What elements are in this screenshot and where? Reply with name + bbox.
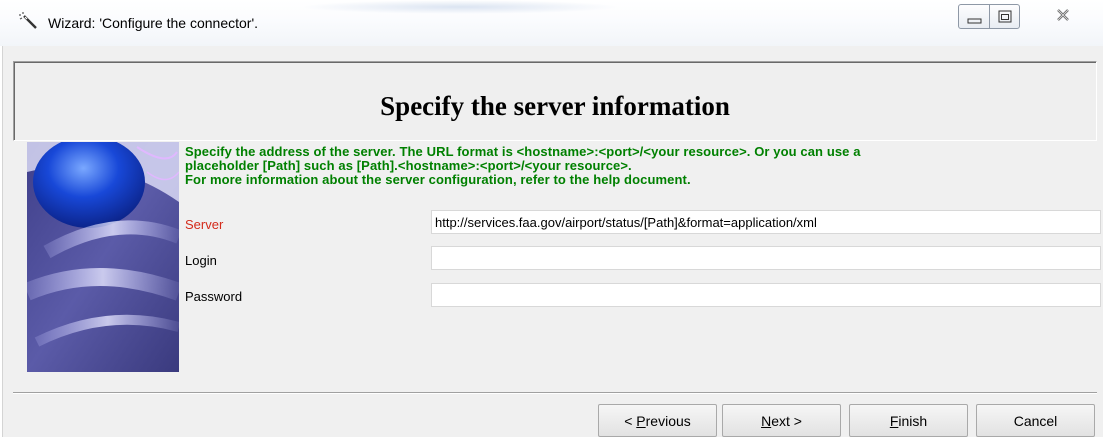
login-label: Login bbox=[185, 253, 217, 268]
window-title: Wizard: 'Configure the connector'. bbox=[48, 15, 258, 31]
login-input[interactable] bbox=[431, 246, 1101, 270]
title-bar[interactable]: Wizard: 'Configure the connector'. bbox=[0, 0, 1103, 46]
page-title: Specify the server information bbox=[380, 91, 730, 121]
password-label: Password bbox=[185, 289, 243, 304]
next-button-accel: N bbox=[761, 412, 772, 429]
close-button[interactable] bbox=[1028, 4, 1103, 29]
cancel-button[interactable]: Cancel bbox=[976, 404, 1095, 437]
maximize-button[interactable] bbox=[989, 4, 1020, 29]
minimize-button[interactable] bbox=[958, 4, 990, 29]
previous-button-rest: revious bbox=[645, 412, 691, 429]
footer-separator bbox=[13, 392, 1097, 394]
previous-button[interactable]: < Previous bbox=[598, 404, 717, 437]
next-button[interactable]: Next > bbox=[722, 404, 841, 437]
wizard-banner-image bbox=[27, 142, 179, 372]
window-controls bbox=[958, 4, 1103, 29]
description-text: Specify the address of the server. The U… bbox=[185, 144, 861, 187]
finish-button-rest: inish bbox=[898, 412, 928, 429]
server-input[interactable] bbox=[431, 210, 1101, 234]
previous-button-accel: P bbox=[636, 412, 646, 429]
server-label: Server bbox=[185, 217, 224, 232]
wand-icon bbox=[18, 12, 40, 32]
next-button-rest: ext > bbox=[771, 412, 802, 429]
previous-button-prefix: < bbox=[624, 412, 637, 429]
header-panel: Specify the server information bbox=[13, 61, 1097, 141]
finish-button[interactable]: Finish bbox=[849, 404, 968, 437]
password-input[interactable] bbox=[431, 283, 1101, 307]
title-bar-gloss bbox=[300, 0, 620, 14]
wizard-dialog: Specify the server information Specify t… bbox=[2, 46, 1103, 437]
